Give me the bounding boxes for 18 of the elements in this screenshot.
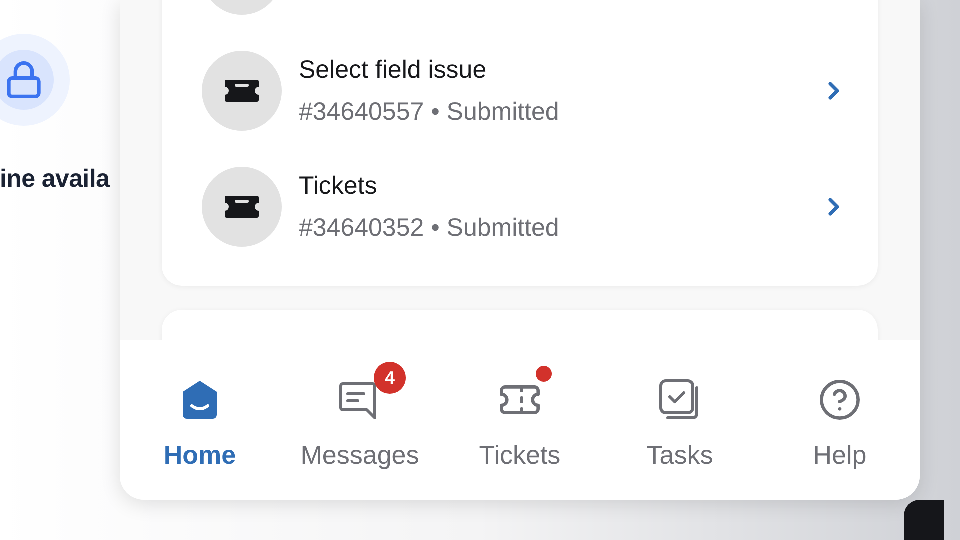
ticket-subtitle: #34640557 • Submitted	[299, 97, 560, 128]
ticket-title: Select field issue	[299, 55, 488, 86]
window-corner	[904, 500, 944, 540]
ticket-row[interactable]: Select field issue #34640557 • Submitted	[202, 33, 838, 149]
ticket-row[interactable]: Tickets #34640352 • Submitted	[202, 149, 838, 265]
availability-text: ine availa	[0, 164, 110, 195]
ticket-subtitle: #34640352 • Submitted	[299, 213, 560, 244]
nav-tab[interactable]: 4 Messages	[280, 340, 440, 500]
ticket-icon	[224, 195, 260, 219]
lock-icon	[4, 60, 44, 100]
ticket-icon	[224, 79, 260, 103]
ticket-title: Tickets	[299, 171, 378, 202]
nav-tab[interactable]: Tasks	[600, 340, 760, 500]
help-icon	[818, 378, 862, 422]
count-badge: 4	[374, 362, 406, 394]
nav-tab[interactable]: Home	[120, 340, 280, 500]
nav-tab[interactable]: Tickets	[440, 340, 600, 500]
nav-tab[interactable]: Help	[760, 340, 920, 500]
